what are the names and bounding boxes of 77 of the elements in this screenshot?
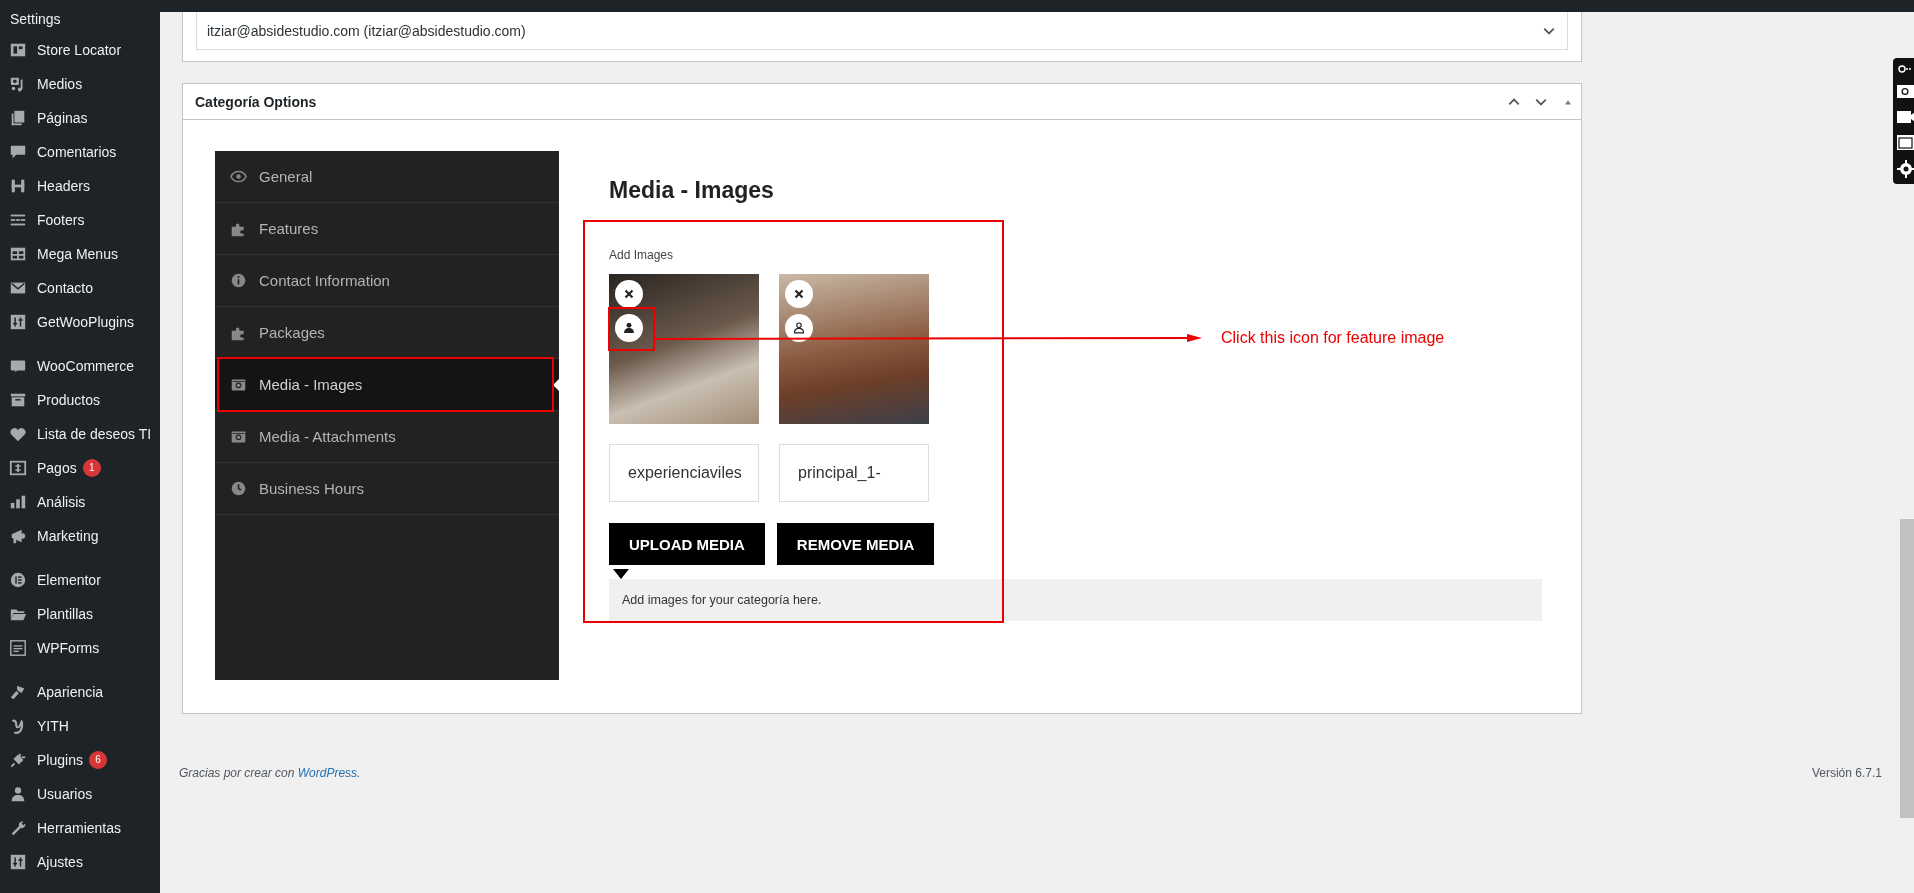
- menu-item[interactable]: Mega Menus: [0, 237, 160, 271]
- menu-item[interactable]: Análisis: [0, 485, 160, 519]
- menu-item[interactable]: Store Locator: [0, 33, 160, 67]
- remove-image-button[interactable]: [615, 280, 643, 308]
- header-icon: [9, 177, 27, 195]
- sliders-icon: [9, 313, 27, 331]
- menu-item[interactable]: Contacto: [0, 271, 160, 305]
- info-icon: [230, 272, 247, 289]
- count-badge: 1: [82, 459, 101, 477]
- camera-icon: [230, 376, 247, 393]
- tab[interactable]: Features: [215, 203, 559, 255]
- scrollbar[interactable]: [1900, 519, 1914, 818]
- tab[interactable]: Contact Information: [215, 255, 559, 307]
- menu-item[interactable]: Usuarios: [0, 777, 160, 811]
- puzzle-icon: [230, 324, 247, 341]
- menu-item[interactable]: Productos: [0, 383, 160, 417]
- user-icon: [9, 785, 27, 803]
- close-icon: [792, 287, 806, 301]
- remove-image-button[interactable]: [785, 280, 813, 308]
- tab[interactable]: Business Hours: [215, 463, 559, 515]
- bill-icon: [9, 459, 27, 477]
- menu-item[interactable]: Plugins 6: [0, 743, 160, 777]
- heart-icon: [9, 425, 27, 443]
- wrench-icon: [9, 819, 27, 837]
- menu-item[interactable]: Headers: [0, 169, 160, 203]
- menu-item[interactable]: Footers: [0, 203, 160, 237]
- bar-chart-icon: [9, 493, 27, 511]
- menu-item[interactable]: Medios: [0, 67, 160, 101]
- menu-item[interactable]: Pagos 1: [0, 451, 160, 485]
- menu-item[interactable]: Settings: [0, 12, 160, 33]
- pages-icon: [9, 109, 27, 127]
- plug-icon: [9, 751, 27, 769]
- menu-item[interactable]: Apariencia: [0, 675, 160, 709]
- footer-credit: Gracias por crear con WordPress.: [179, 766, 361, 780]
- select-field[interactable]: itziar@absidestudio.com (itziar@absidestudio.com): [196, 12, 1568, 50]
- circle-icon: [9, 571, 27, 589]
- megaphone-icon: [9, 527, 27, 545]
- sliders-icon: [9, 853, 27, 871]
- tab[interactable]: Media - Attachments: [215, 411, 559, 463]
- menu-item[interactable]: Marketing: [0, 519, 160, 553]
- menu-item[interactable]: Ajustes: [0, 845, 160, 879]
- menu-item[interactable]: YITH: [0, 709, 160, 743]
- version-text: Versión 6.7.1: [1811, 766, 1882, 780]
- section-title: Media - Images: [609, 176, 775, 205]
- building-icon: [9, 41, 27, 59]
- feature-image-button[interactable]: [615, 314, 643, 342]
- menu-item[interactable]: GetWooPlugins: [0, 305, 160, 339]
- menu-item[interactable]: Lista de deseos TI: [0, 417, 160, 451]
- brush-icon: [9, 683, 27, 701]
- eye-icon: [230, 168, 247, 185]
- remove-button[interactable]: REMOVE MEDIA: [776, 523, 935, 565]
- archive-box-icon: [9, 391, 27, 409]
- tab[interactable]: Media - Images: [215, 359, 559, 411]
- tab[interactable]: General: [215, 151, 559, 203]
- table-icon: [9, 245, 27, 263]
- camera-icon: [230, 428, 247, 445]
- pointer-icon: [613, 569, 629, 579]
- clock-icon: [230, 480, 247, 497]
- filename-field[interactable]: principal_1-: [779, 444, 929, 502]
- annotation-text: Click this icon for feature image: [1221, 329, 1445, 347]
- menu-item[interactable]: Herramientas: [0, 811, 160, 845]
- menu-item[interactable]: WPForms: [0, 631, 160, 665]
- menu-item[interactable]: Plantillas: [0, 597, 160, 631]
- feature-image-button[interactable]: [785, 314, 813, 342]
- form-icon: [9, 639, 27, 657]
- close-icon: [622, 287, 636, 301]
- field-label: Add Images: [609, 248, 675, 262]
- menu-item[interactable]: Páginas: [0, 101, 160, 135]
- puzzle-icon: [230, 220, 247, 237]
- menu-item[interactable]: Comentarios: [0, 135, 160, 169]
- menu-item[interactable]: WooCommerce: [0, 349, 160, 383]
- pointer-icon: [553, 379, 559, 391]
- count-badge: 6: [88, 751, 107, 769]
- upload-button[interactable]: UPLOAD MEDIA: [609, 523, 765, 565]
- menu-item[interactable]: Elementor: [0, 563, 160, 597]
- filename-field[interactable]: experienciaviles: [609, 444, 759, 502]
- panel-title: Categoría Options: [195, 93, 317, 110]
